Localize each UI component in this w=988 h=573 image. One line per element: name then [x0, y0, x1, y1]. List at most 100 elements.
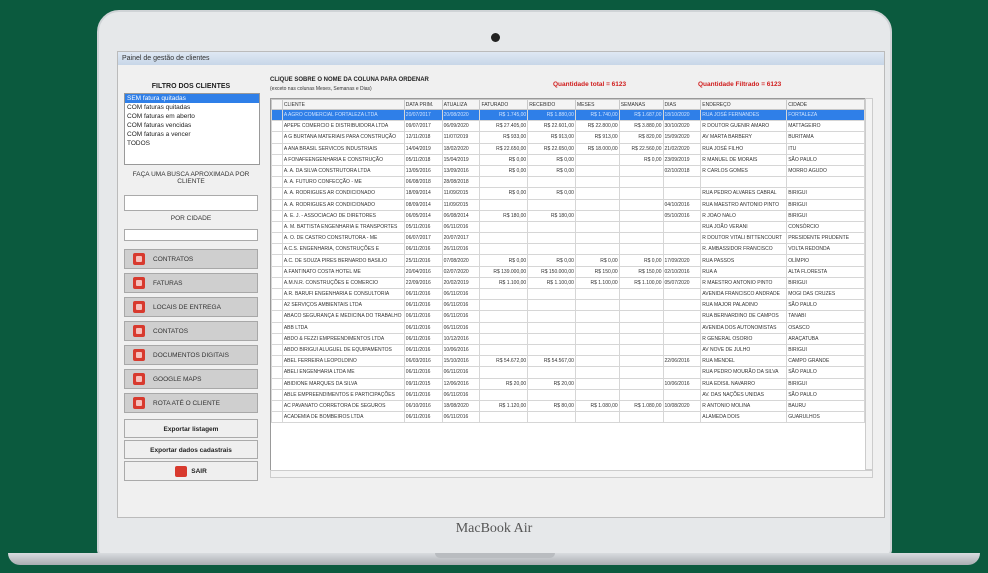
table-cell[interactable]: RUA MAJOR PALADINO [700, 299, 788, 312]
table-cell[interactable] [479, 176, 529, 189]
table-cell[interactable] [527, 232, 576, 245]
table-cell[interactable] [662, 187, 702, 200]
table-row[interactable]: A. A. FUTURO CONFECÇÃO - ME 06/08/2018 28/… [271, 176, 865, 189]
table-cell[interactable]: R$ 80,00 [527, 399, 576, 413]
table-cell[interactable]: SÃO PAULO [786, 299, 865, 312]
table-cell[interactable]: 06/11/2016 [441, 310, 481, 323]
table-cell[interactable]: R$ 0,00 [479, 153, 529, 166]
table-cell[interactable]: 06/11/2016 [403, 243, 443, 256]
table-cell[interactable]: AVENIDA FRANCISCO ANDRADE [700, 287, 788, 301]
clients-grid[interactable]: CLIENTE DATA PRIM. ATUALIZA FATURADO RECEBID… [270, 98, 866, 472]
table-cell[interactable]: ALAMEDA DOIS [700, 411, 788, 424]
table-cell[interactable]: ABDO & FEZZI EMPREENDIMENTOS LTDA [281, 332, 405, 345]
table-cell[interactable] [479, 411, 529, 424]
table-cell[interactable] [618, 310, 664, 323]
filter-option[interactable]: COM faturas quitadas [125, 103, 259, 112]
table-cell[interactable]: 18/10/2020 [662, 108, 702, 122]
table-cell[interactable]: AVENIDA DOS AUTONOMISTAS [700, 321, 788, 334]
table-cell[interactable]: R$ 0,00 [479, 254, 529, 267]
export-list-button[interactable]: Exportar listagem [124, 419, 258, 438]
table-cell[interactable]: BIRIGUI [786, 187, 865, 200]
table-cell[interactable] [574, 343, 620, 357]
table-row[interactable]: ABDO BIRIGUI ALUGUEL DE EQUIPAMENTOS 06/1… [271, 343, 865, 357]
horizontal-scrollbar[interactable] [270, 470, 873, 478]
table-cell[interactable]: 06/08/2014 [441, 209, 481, 222]
table-cell[interactable]: A. E. J. - ASSOCIACAO DE DIRETORES [281, 209, 405, 222]
table-cell[interactable]: 05/10/2016 [662, 209, 702, 222]
table-cell[interactable] [618, 332, 664, 345]
table-cell[interactable]: R$ 54.567,00 [527, 355, 576, 368]
table-row[interactable]: A.C. DE SOUZA PIRES BERNARDO BASILIO 25/1… [271, 254, 865, 267]
table-cell[interactable] [574, 332, 620, 345]
table-cell[interactable]: R GENERAL OSORIO [700, 332, 788, 345]
table-cell[interactable] [662, 232, 702, 245]
table-cell[interactable]: 18/02/2020 [441, 142, 481, 155]
table-cell[interactable] [479, 232, 529, 245]
table-cell[interactable] [479, 321, 529, 334]
table-cell[interactable] [618, 343, 664, 357]
column-header[interactable]: ENDEREÇO [700, 99, 788, 110]
table-cell[interactable]: R$ 20,00 [527, 377, 576, 390]
table-cell[interactable]: 17/09/2020 [662, 254, 702, 267]
digital-documents-button[interactable]: DOCUMENTOS DIGITAIS [124, 345, 258, 365]
table-cell[interactable]: SÃO PAULO [786, 153, 865, 166]
table-cell[interactable]: TANABI [786, 310, 865, 323]
table-cell[interactable]: 06/11/2016 [403, 287, 443, 301]
table-cell[interactable]: R$ 150,00 [574, 265, 620, 278]
table-cell[interactable] [527, 243, 576, 256]
table-cell[interactable]: 02/07/2020 [441, 265, 481, 278]
table-cell[interactable]: A AGRO COMERCIAL FORTALEZA LTDA [281, 108, 405, 122]
table-cell[interactable]: R$ 913,00 [527, 131, 576, 144]
table-cell[interactable]: 05/07/2020 [662, 276, 702, 290]
table-cell[interactable]: R$ 1.740,00 [574, 108, 620, 122]
table-cell[interactable]: ABACO SEGURANÇA E MEDICINA DO TRABALHO [281, 310, 405, 323]
table-cell[interactable]: R$ 180,00 [479, 209, 529, 222]
table-cell[interactable]: 22/06/2016 [662, 355, 702, 368]
table-cell[interactable]: 15/10/2016 [441, 355, 481, 368]
table-cell[interactable]: 06/11/2016 [441, 366, 481, 379]
table-cell[interactable]: A FONAFEENGENHARIA E CONSTRUÇÃO [281, 153, 405, 166]
table-cell[interactable]: A. A. FUTURO CONFECÇÃO - ME [281, 176, 405, 189]
table-cell[interactable] [574, 287, 620, 301]
table-cell[interactable]: 30/10/2020 [662, 120, 702, 133]
table-cell[interactable]: BAURU [786, 399, 865, 413]
table-cell[interactable]: RUA MAESTRO ANTONIO PINTO [700, 198, 788, 211]
table-cell[interactable]: R DOUTOR GUENIR AMARO [700, 120, 788, 133]
table-cell[interactable]: MATTAGEIRO [786, 120, 865, 133]
table-cell[interactable]: 26/11/2016 [441, 243, 481, 256]
table-cell[interactable] [618, 377, 664, 390]
table-cell[interactable]: 04/10/2016 [662, 198, 702, 211]
table-cell[interactable]: ABB LTDA [281, 321, 405, 334]
table-cell[interactable]: 20/04/2016 [403, 265, 443, 278]
table-cell[interactable]: R ANTONIO MOLINA [700, 399, 788, 413]
table-row[interactable]: A. A. RODRIGUES AR CONDICIONADO 18/09/201… [271, 187, 865, 200]
table-cell[interactable] [527, 287, 576, 301]
table-cell[interactable] [618, 355, 664, 368]
table-cell[interactable]: BIRIGUI [786, 343, 865, 357]
table-cell[interactable] [574, 321, 620, 334]
table-row[interactable]: A G BURTANA MATERIAIS PARA CONSTRUÇÃO 12/… [271, 131, 865, 144]
table-cell[interactable]: 12/11/2018 [403, 131, 443, 144]
column-header[interactable]: FATURADO [479, 99, 529, 110]
table-cell[interactable]: R$ 0,00 [618, 254, 664, 267]
table-cell[interactable]: BIRIGUI [786, 276, 865, 290]
table-cell[interactable] [662, 411, 702, 424]
table-cell[interactable]: A. O. DE CASTRO CONSTRUTORA - ME [281, 232, 405, 245]
table-cell[interactable]: R$ 0,00 [618, 153, 664, 166]
table-row[interactable]: ABB LTDA 06/11/2016 06/11/2016 AVENIDA DOS … [271, 321, 865, 334]
table-cell[interactable]: A.C. DE SOUZA PIRES BERNARDO BASILIO [281, 254, 405, 267]
column-header[interactable]: CLIENTE [281, 99, 405, 110]
table-cell[interactable]: 07/08/2020 [441, 254, 481, 267]
table-row[interactable]: A FONAFEENGENHARIA E CONSTRUÇÃO 05/11/201… [271, 153, 865, 166]
table-cell[interactable] [574, 198, 620, 211]
table-cell[interactable]: R$ 1.100,00 [479, 276, 529, 290]
table-cell[interactable] [479, 220, 529, 234]
table-cell[interactable]: BIRIGUI [786, 209, 865, 222]
table-cell[interactable] [574, 153, 620, 166]
table-cell[interactable] [527, 332, 576, 345]
table-cell[interactable]: OLÍMPIO [786, 254, 865, 267]
table-cell[interactable]: 22/09/2016 [403, 276, 443, 290]
table-row[interactable]: ABLE EMPREENDIMENTOS E PARTICIPAÇÕES 06/1… [271, 388, 865, 401]
table-cell[interactable] [574, 187, 620, 200]
table-cell[interactable]: 06/09/2020 [441, 120, 481, 133]
